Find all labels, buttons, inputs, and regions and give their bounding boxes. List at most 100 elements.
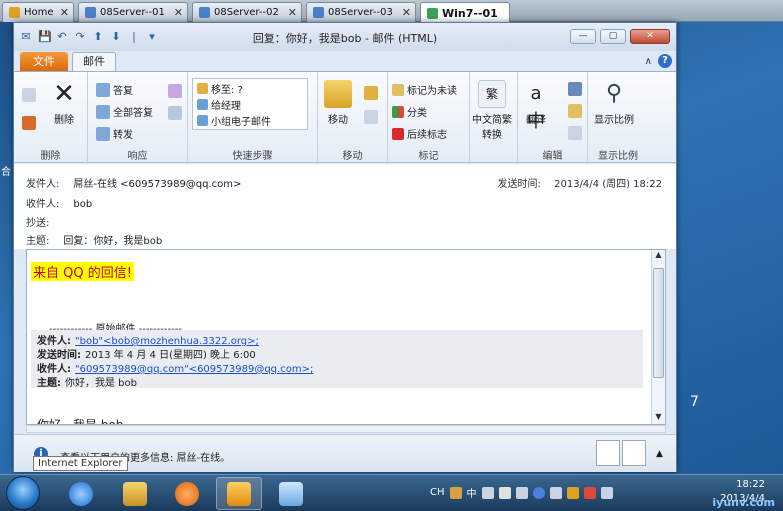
quickstep-move-to[interactable]: 移至: ? xyxy=(197,81,243,96)
tooltip: Internet Explorer xyxy=(33,456,128,471)
close-icon[interactable]: ✕ xyxy=(402,6,411,19)
quoted-time: 发送时间: 2013 年 4 月 4 日(星期四) 晚上 6:00 xyxy=(37,346,256,361)
close-icon[interactable]: ✕ xyxy=(60,6,69,19)
junk-icon[interactable] xyxy=(22,116,36,130)
outlook-tray-icon[interactable] xyxy=(566,486,579,499)
vertical-scrollbar[interactable]: ▲ ▼ xyxy=(651,250,665,424)
vm-icon xyxy=(427,7,438,19)
ime-indicator[interactable]: 中 xyxy=(467,485,477,500)
tab-08server-02[interactable]: 08Server--02 ✕ xyxy=(192,2,302,22)
rules-icon[interactable] xyxy=(364,86,378,100)
keyboard-icon[interactable] xyxy=(449,486,462,499)
tab-08server-03[interactable]: 08Server--03 ✕ xyxy=(306,2,416,22)
volume-icon[interactable] xyxy=(600,486,613,499)
title-bar: ✉ 💾 ↶ ↷ ⬆ ⬇ | ▾ 回复：你好，我是bob - 邮件 (HTML) … xyxy=(14,23,676,51)
group-label: 删除 xyxy=(40,151,61,162)
move-folder-icon xyxy=(324,80,352,108)
highlighted-reply-text: 来自 QQ 的回信! xyxy=(31,262,134,281)
more-respond-icon[interactable] xyxy=(168,106,182,120)
find-icon[interactable] xyxy=(568,82,582,96)
tab-home[interactable]: Home ✕ xyxy=(2,2,74,22)
network-icon[interactable] xyxy=(583,486,596,499)
actions-icon[interactable] xyxy=(364,110,378,124)
folder-icon xyxy=(197,83,208,94)
group-label: 编辑 xyxy=(542,151,563,162)
sent-time: 发送时间: 2013/4/4 (周四) 18:22 xyxy=(498,175,662,190)
tab-win7-01[interactable]: Win7--01 xyxy=(420,2,510,23)
move-button[interactable]: 移动 xyxy=(324,80,352,126)
maximize-button[interactable]: ▢ xyxy=(600,29,626,44)
cc-row: 抄送: xyxy=(26,214,63,229)
language-indicator[interactable]: CH xyxy=(430,487,445,498)
message-header: 发件人: 屌丝-在线 <609573989@qq.com> 收件人: bob 抄送:… xyxy=(14,164,676,249)
close-icon[interactable]: ✕ xyxy=(174,6,183,19)
quoted-subject: 主题: 你好，我是 bob xyxy=(37,374,137,389)
start-button[interactable] xyxy=(6,476,40,510)
subject-value: 回复：你好，我是bob xyxy=(63,236,163,247)
desktop-fragment: 7 xyxy=(690,394,699,410)
scroll-up-icon[interactable]: ▲ xyxy=(652,250,665,262)
taskbar-media-player[interactable] xyxy=(164,477,210,510)
minimize-button[interactable]: — xyxy=(570,29,596,44)
scroll-down-icon[interactable]: ▼ xyxy=(652,412,665,424)
taskbar-explorer[interactable] xyxy=(112,477,158,510)
group-label: 标记 xyxy=(418,151,439,162)
reply-button[interactable]: 答复 xyxy=(96,82,133,97)
to-value[interactable]: bob xyxy=(73,199,92,210)
expand-icon[interactable]: ▲ xyxy=(656,449,663,459)
tray-icon[interactable] xyxy=(549,486,562,499)
help-icon[interactable] xyxy=(532,486,545,499)
tray-icon[interactable] xyxy=(515,486,528,499)
categorize-label: 分类 xyxy=(407,108,427,119)
close-button[interactable]: ✕ xyxy=(630,29,670,44)
home-icon xyxy=(9,7,20,18)
select-icon[interactable] xyxy=(568,126,582,140)
flag-icon xyxy=(392,127,404,140)
taskbar-ie[interactable] xyxy=(58,477,104,510)
tab-label: 08Server--02 xyxy=(214,7,279,18)
quoted-original-header: 发件人: "bob"<bob@mozhenhua.3322.org>; 发送时间:… xyxy=(31,330,643,389)
ignore-icon[interactable] xyxy=(22,88,36,102)
tab-label: Home xyxy=(24,7,54,18)
mark-unread-button[interactable]: 标记为未读 xyxy=(392,82,457,97)
categorize-button[interactable]: 分类 xyxy=(392,104,427,119)
tray-icon[interactable] xyxy=(481,486,494,499)
translate-button[interactable]: a中 翻译 xyxy=(522,80,550,132)
tab-file[interactable]: 文件 xyxy=(20,52,68,71)
scroll-thumb[interactable] xyxy=(653,268,664,378)
translate-icon: a中 xyxy=(527,83,545,132)
message-body[interactable]: 来自 QQ 的回信! ------------ 原始邮件 -----------… xyxy=(26,249,666,425)
group-tags: 标记为未读 分类 后续标志 标记 xyxy=(388,72,470,164)
group-label: 快速步骤 xyxy=(232,151,273,162)
folder-icon xyxy=(123,481,147,506)
related-icon[interactable] xyxy=(568,104,582,118)
avatar[interactable] xyxy=(596,440,620,466)
forward-button[interactable]: 转发 xyxy=(96,126,133,141)
tab-label: 08Server--01 xyxy=(100,7,165,18)
taskbar-notepad[interactable] xyxy=(268,477,314,510)
convert-label-2: 转换 xyxy=(482,130,502,141)
close-icon[interactable]: ✕ xyxy=(288,6,297,19)
quickstep-to-manager[interactable]: 给经理 xyxy=(197,97,241,112)
tray-icon[interactable] xyxy=(498,486,511,499)
followup-button[interactable]: 后续标志 xyxy=(392,126,447,141)
taskbar-outlook[interactable] xyxy=(216,477,262,510)
delete-button[interactable]: ✕ 删除 xyxy=(50,80,78,126)
zoom-button[interactable]: ⚲ 显示比例 xyxy=(594,80,634,126)
chinese-convert-button[interactable]: 繁 中文简繁 转换 xyxy=(472,80,512,141)
collapse-ribbon-icon[interactable]: ∧ xyxy=(645,56,652,67)
group-label: 响应 xyxy=(127,151,148,162)
help-icon[interactable]: ? xyxy=(658,54,672,68)
quickstep-team-email[interactable]: 小组电子邮件 xyxy=(197,113,271,128)
from-value[interactable]: 屌丝-在线 <609573989@qq.com> xyxy=(73,179,241,190)
ribbon-help-area: ∧ ? xyxy=(645,54,672,68)
reply-all-button[interactable]: 全部答复 xyxy=(96,104,153,119)
delete-x-icon: ✕ xyxy=(53,79,75,109)
tab-mail[interactable]: 邮件 xyxy=(72,52,116,71)
meeting-icon[interactable] xyxy=(168,84,182,98)
avatar[interactable] xyxy=(622,440,646,466)
system-tray: CH 中 xyxy=(430,485,613,500)
group-zoom: ⚲ 显示比例 显示比例 xyxy=(588,72,648,164)
tab-08server-01[interactable]: 08Server--01 ✕ xyxy=(78,2,188,22)
vm-icon xyxy=(199,7,210,18)
